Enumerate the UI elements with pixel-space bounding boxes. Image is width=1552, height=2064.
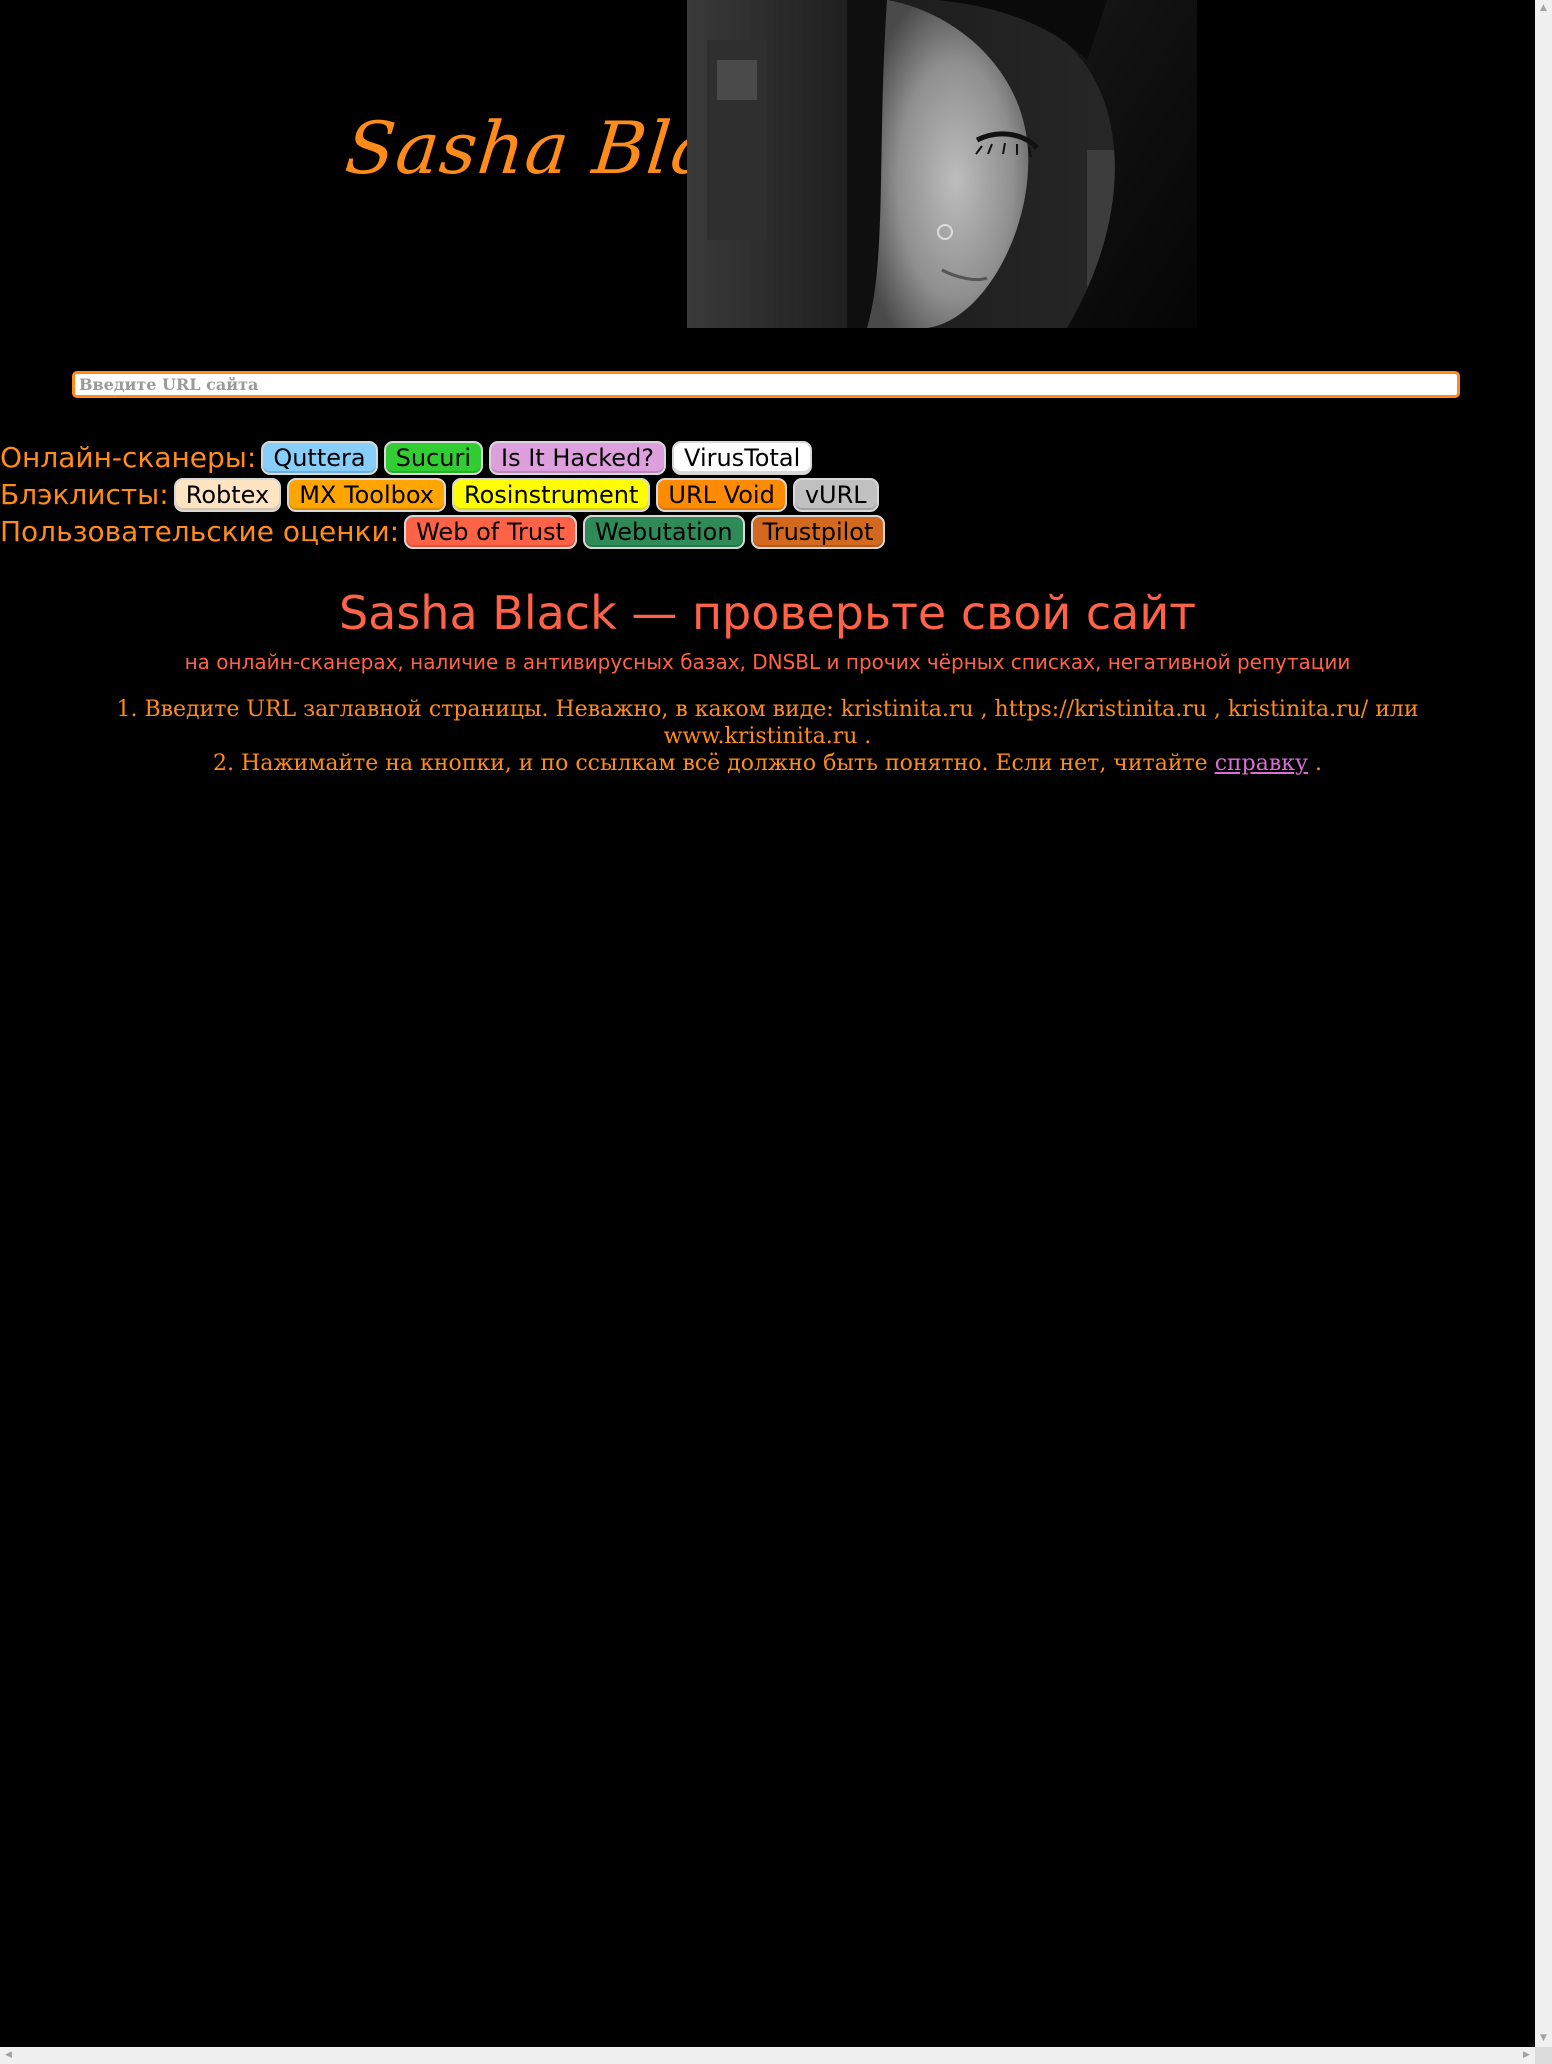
robtex-button[interactable]: Robtex	[173, 478, 282, 512]
url-void-button[interactable]: URL Void	[656, 478, 787, 512]
trustpilot-button[interactable]: Trustpilot	[750, 515, 886, 549]
scroll-left-icon[interactable]: ◀	[0, 2047, 17, 2064]
vurl-button[interactable]: vURL	[792, 478, 879, 512]
help-link[interactable]: справку	[1215, 751, 1308, 776]
webutation-button[interactable]: Webutation	[582, 515, 745, 549]
page-viewport: Sasha Black Введите URL сайта Онлайн-ска…	[0, 0, 1535, 2047]
scroll-up-icon[interactable]: ▲	[1535, 0, 1552, 17]
instruction-step-2-end: .	[1307, 751, 1322, 776]
horizontal-scrollbar[interactable]: ◀ ▶	[0, 2047, 1535, 2064]
sucuri-button[interactable]: Sucuri	[383, 441, 483, 475]
ratings-label: Пользовательские оценки:	[0, 515, 400, 548]
quttera-button[interactable]: Quttera	[261, 441, 378, 475]
blacklists-label: Блэклисты:	[0, 478, 169, 511]
instruction-step-2-text: 2. Нажимайте на кнопки, и по ссылкам всё…	[213, 751, 1215, 776]
url-input[interactable]	[72, 371, 1460, 398]
virustotal-button[interactable]: VirusTotal	[672, 441, 813, 475]
portrait-photo	[687, 0, 1197, 328]
page-title: Sasha Black — проверьте свой сайт	[338, 586, 1197, 640]
instruction-step-1: 1. Введите URL заглавной страницы. Неваж…	[116, 697, 1419, 749]
scanners-label: Онлайн-сканеры:	[0, 441, 257, 474]
scroll-right-icon[interactable]: ▶	[1518, 2047, 1535, 2064]
page-subtitle: на онлайн-сканерах, наличие в антивирусн…	[184, 650, 1351, 674]
scroll-down-icon[interactable]: ▼	[1535, 2030, 1552, 2047]
instructions: 1. Введите URL заглавной страницы. Неваж…	[70, 696, 1465, 777]
vertical-scrollbar[interactable]: ▲ ▼	[1535, 0, 1552, 2047]
scanners-row: Онлайн-сканеры: Quttera Sucuri Is It Hac…	[0, 441, 818, 475]
blacklists-row: Блэклисты: Robtex MX Toolbox Rosinstrume…	[0, 478, 885, 512]
mx-toolbox-button[interactable]: MX Toolbox	[287, 478, 446, 512]
scrollbar-corner	[1535, 2047, 1552, 2064]
ratings-row: Пользовательские оценки: Web of Trust We…	[0, 515, 891, 549]
rosinstrument-button[interactable]: Rosinstrument	[452, 478, 651, 512]
is-it-hacked-button[interactable]: Is It Hacked?	[488, 441, 667, 475]
web-of-trust-button[interactable]: Web of Trust	[404, 515, 577, 549]
instruction-step-2: 2. Нажимайте на кнопки, и по ссылкам всё…	[70, 750, 1465, 777]
